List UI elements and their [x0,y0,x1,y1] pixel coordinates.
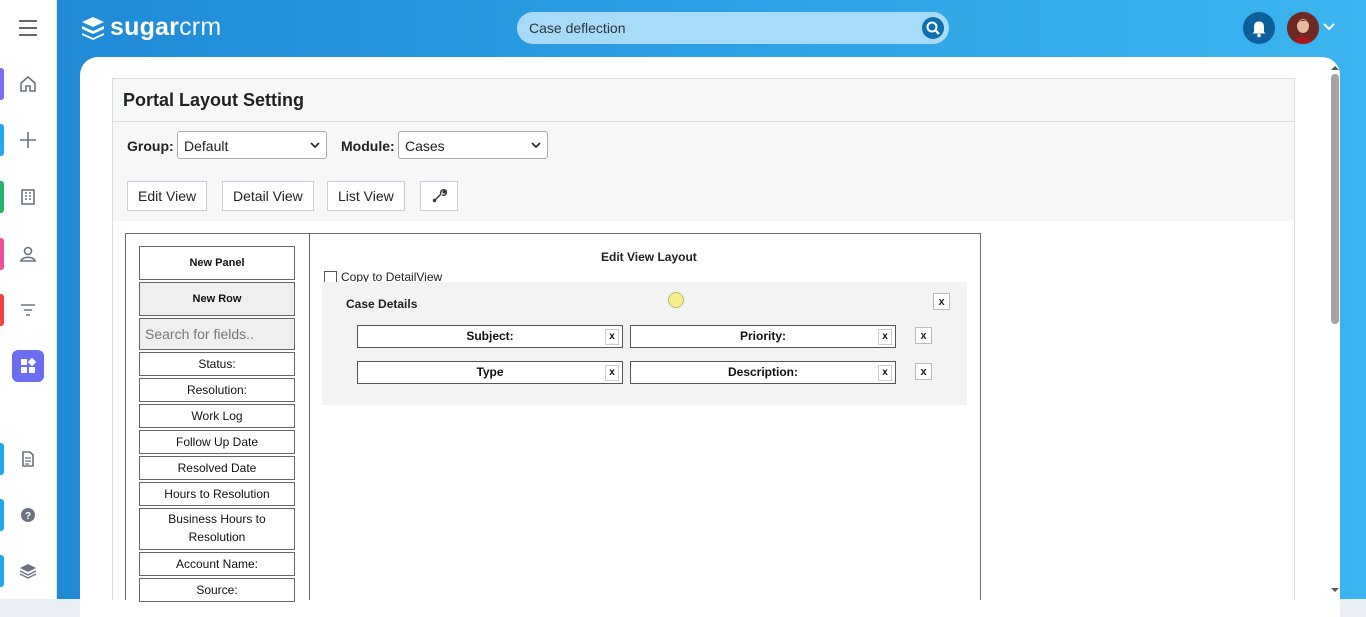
remove-row-button[interactable]: x [915,363,932,380]
remove-field-button[interactable]: x [878,365,892,381]
global-search[interactable]: Case deflection [517,12,949,44]
nav-item-home[interactable] [0,68,56,100]
remove-field-button[interactable]: x [605,329,619,345]
edit-view-layout-title: Edit View Layout [601,250,697,264]
chevron-down-icon[interactable] [1323,22,1335,32]
filter-icon [21,304,35,316]
edit-view-button[interactable]: Edit View [127,181,208,211]
layout-editor: New Panel New Row Search for fields.. St… [125,233,981,602]
toolbox-field[interactable]: Source: [139,578,295,602]
logo-text: sugarcrm [110,13,222,41]
field-label: Priority: [739,329,786,343]
toolbox: New Panel New Row Search for fields.. St… [126,234,310,602]
toolbox-field[interactable]: Business Hours to Resolution [139,508,295,550]
pencil-icon[interactable] [668,292,684,308]
user-avatar[interactable] [1287,12,1319,44]
detail-view-button[interactable]: Detail View [222,181,314,211]
search-button[interactable] [922,17,944,39]
chevron-down-icon [310,142,320,149]
left-navigation: ? [0,0,57,599]
scrollbar-thumb[interactable] [1331,74,1339,324]
group-select[interactable]: Default [177,131,327,159]
person-icon [20,246,36,262]
nav-item-filter[interactable] [0,294,56,326]
remove-field-button[interactable]: x [605,365,619,381]
layout-field[interactable]: Type x [357,361,623,384]
nav-item-accounts[interactable] [0,181,56,213]
scroll-up-icon[interactable] [1330,64,1340,72]
document-icon [22,451,34,467]
page-scrollbar[interactable] [1330,66,1340,599]
avatar-image [1287,12,1319,44]
remove-field-button[interactable]: x [878,329,892,345]
group-label: Group: [127,138,174,154]
module-label: Module: [341,138,395,154]
layers-icon [19,564,37,579]
nav-item-documents[interactable] [0,443,56,475]
module-select-value: Cases [405,138,445,154]
toolbox-field[interactable]: Resolution: [139,378,295,402]
scroll-down-icon[interactable] [1330,586,1340,594]
nav-item-create[interactable] [0,124,56,156]
nav-item-help[interactable]: ? [0,499,56,531]
plus-icon [20,132,36,148]
field-search-input[interactable]: Search for fields.. [139,318,295,350]
toolbox-field[interactable]: Follow Up Date [139,430,295,454]
nav-item-layers[interactable] [0,555,56,587]
remove-panel-button[interactable]: x [933,293,950,310]
toolbox-field[interactable]: Work Log [139,404,295,428]
group-select-value: Default [184,138,229,154]
nav-item-contacts[interactable] [0,238,56,270]
search-icon [926,21,940,35]
svg-text:?: ? [25,511,31,522]
remove-row-button[interactable]: x [915,327,932,344]
settings-wrench-button[interactable] [420,181,458,211]
chevron-down-icon [531,142,541,149]
layout-field[interactable]: Description: x [630,361,896,384]
layout-field[interactable]: Subject: x [357,325,623,348]
new-row-item[interactable]: New Row [139,282,295,316]
dashboard-icon [12,350,44,382]
home-icon [20,75,36,92]
wrench-icon [432,189,447,203]
toolbox-field[interactable]: Resolved Date [139,456,295,480]
layout-panel[interactable]: Case Details x Subject: x Priority: x x … [322,282,967,405]
menu-icon[interactable] [19,20,37,36]
field-label: Description: [727,365,798,379]
settings-header: Portal Layout Setting [113,79,1294,122]
toolbox-field[interactable]: Status: [139,352,295,376]
layout-field[interactable]: Priority: x [630,325,896,348]
toolbox-field[interactable]: Account Name: [139,552,295,576]
search-input[interactable]: Case deflection [529,20,626,36]
building-icon [21,189,35,205]
page-title: Portal Layout Setting [123,90,305,110]
nav-item-dashboard[interactable] [0,350,56,382]
new-panel-item[interactable]: New Panel [139,246,295,280]
bell-icon [1252,21,1266,38]
field-label: Type [476,365,504,379]
field-label: Subject: [466,329,514,343]
notifications-button[interactable] [1243,12,1275,44]
sugarcrm-logo[interactable]: sugarcrm [80,13,221,42]
help-icon: ? [21,508,35,522]
panel-name: Case Details [346,297,418,311]
logo-cube-icon [82,16,104,40]
toolbox-field[interactable]: Hours to Resolution [139,482,295,506]
module-select[interactable]: Cases [398,131,548,159]
list-view-button[interactable]: List View [327,181,405,211]
